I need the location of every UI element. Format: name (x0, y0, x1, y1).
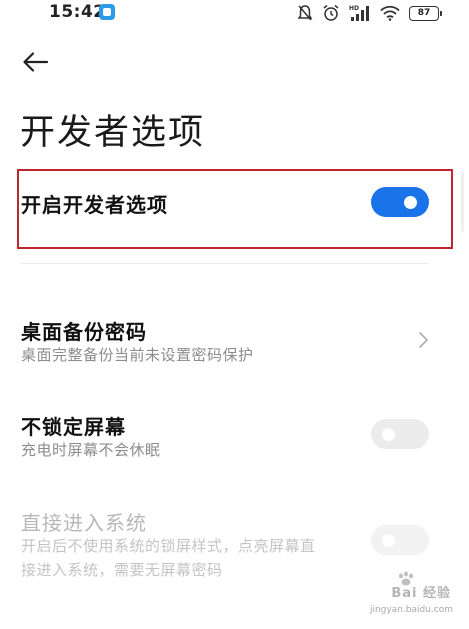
mute-icon (297, 5, 313, 21)
stay-awake-subtitle: 充电时屏幕不会休眠 (21, 441, 161, 459)
wifi-icon (380, 5, 400, 21)
watermark: Bai 经验 jingyan.baidu.com (369, 571, 463, 623)
back-arrow-icon (23, 52, 49, 72)
svg-text:HD: HD (349, 5, 359, 12)
developer-options-toggle[interactable] (371, 187, 429, 217)
status-icons: HD 87 (297, 3, 442, 23)
developer-options-label: 开启开发者选项 (21, 193, 168, 217)
stay-awake-title: 不锁定屏幕 (21, 415, 126, 439)
stay-awake-toggle[interactable] (371, 419, 429, 449)
watermark-logo-text: Bai 经验 (391, 586, 451, 601)
watermark-url: jingyan.baidu.com (369, 605, 453, 615)
divider (21, 263, 429, 264)
hd-signal-icon: HD (349, 5, 369, 21)
toggle-knob (404, 196, 417, 209)
alarm-icon (323, 4, 339, 21)
direct-enter-system-toggle[interactable] (371, 525, 429, 555)
back-button[interactable] (20, 46, 52, 78)
battery-icon: 87 (409, 5, 442, 21)
app-notification-icon (99, 4, 115, 20)
status-bar: 15:42 HD 87 (0, 0, 469, 26)
scroll-indicator (461, 172, 464, 232)
page-title: 开发者选项 (20, 113, 206, 153)
toggle-knob (382, 534, 395, 547)
direct-enter-system-subtitle-line-1: 开启后不使用系统的锁屏样式，点亮屏幕直 (21, 537, 316, 555)
direct-enter-system-title: 直接进入系统 (21, 511, 147, 535)
chevron-right-icon[interactable] (416, 330, 432, 350)
toggle-knob (382, 428, 395, 441)
direct-enter-system-subtitle-line-2: 接进入系统，需要无屏幕密码 (21, 561, 223, 579)
status-time: 15:42 (49, 2, 106, 22)
desktop-backup-password-title[interactable]: 桌面备份密码 (21, 316, 147, 345)
desktop-backup-password-subtitle: 桌面完整备份当前未设置密码保护 (21, 346, 254, 364)
